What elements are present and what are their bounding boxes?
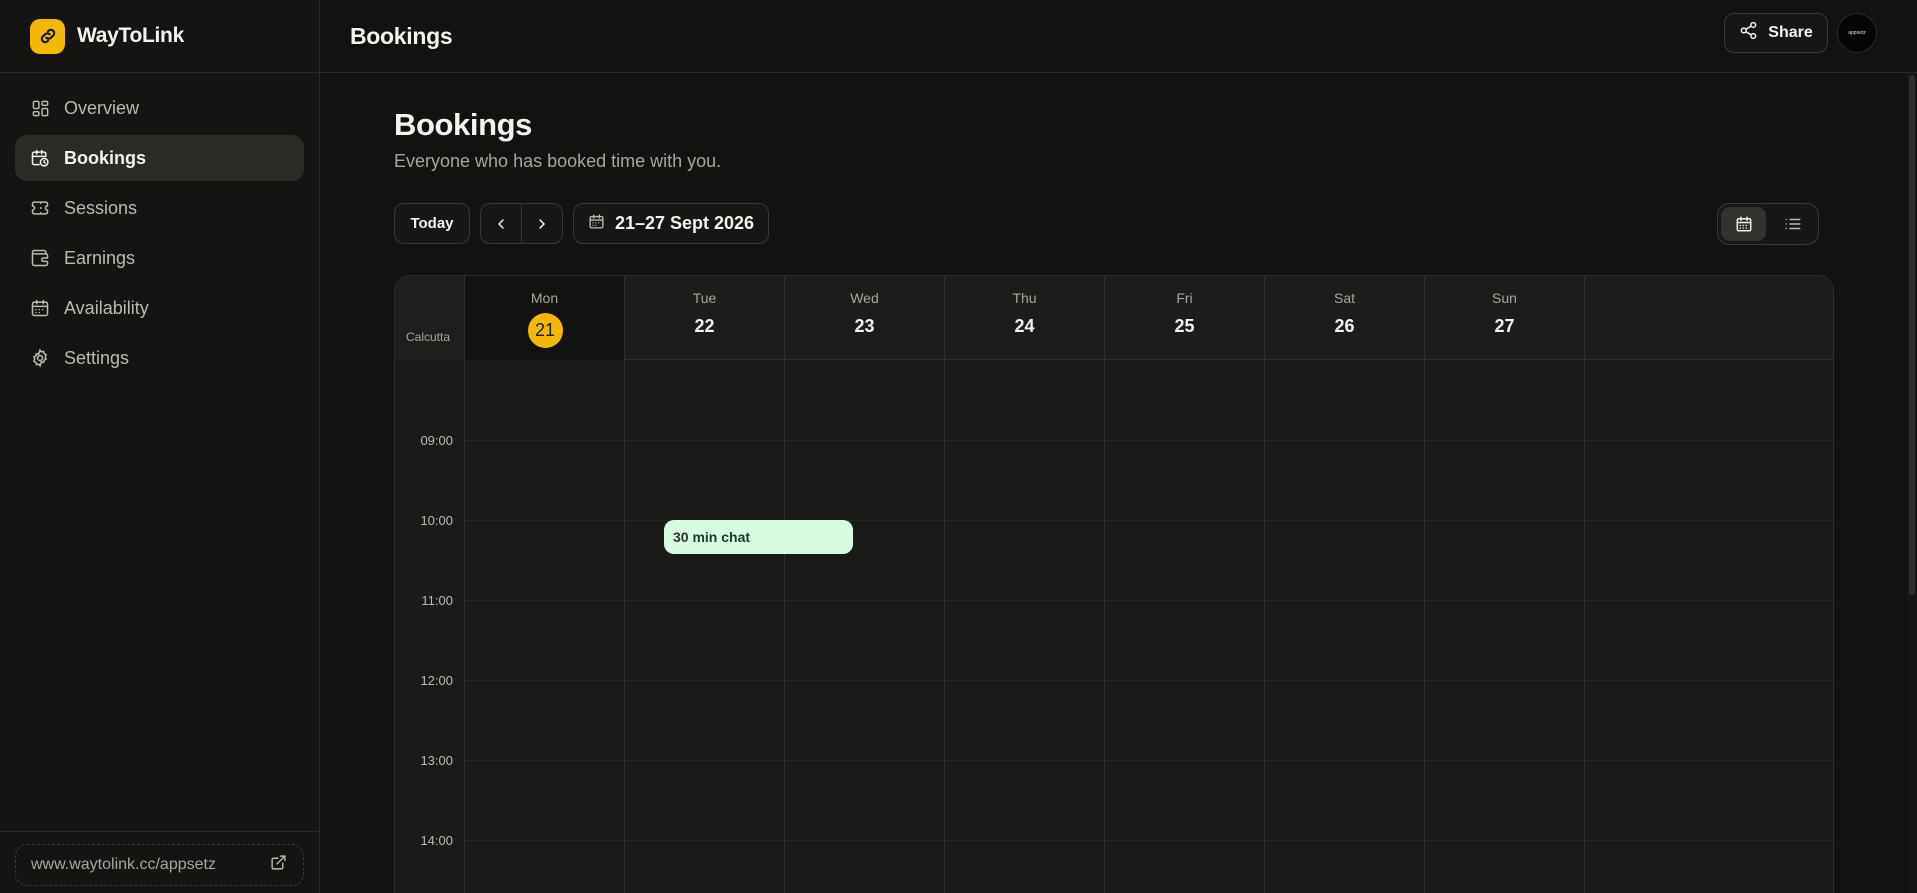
day-header-fri[interactable]: Fri 25: [1105, 276, 1265, 360]
brand-name: WayToLink: [77, 24, 184, 47]
day-header-tue[interactable]: Tue 22: [625, 276, 785, 360]
wallet-icon: [30, 248, 50, 268]
booking-event[interactable]: 30 min chat: [664, 520, 853, 554]
date-range-button[interactable]: 21–27 Sept 2026: [573, 203, 769, 244]
time-label: 11:00: [421, 593, 453, 608]
sidebar-item-label: Availability: [64, 297, 149, 318]
timezone-cell: Calcutta: [395, 276, 465, 360]
sidebar-item-label: Earnings: [64, 247, 136, 268]
day-header-wed[interactable]: Wed 23: [785, 276, 945, 360]
sidebar-nav: Overview Bookings Sessions Earnings Avai…: [0, 73, 319, 381]
day-number: 25: [1174, 316, 1195, 336]
day-divider: [784, 360, 785, 893]
day-of-week: Sun: [1492, 290, 1517, 306]
day-of-week: Tue: [692, 290, 717, 306]
link-logo-icon: [30, 18, 65, 54]
chevron-left-icon[interactable]: [481, 204, 521, 243]
public-link[interactable]: www.waytolink.cc/appsetz: [15, 844, 304, 886]
time-label: 09:00: [420, 433, 453, 448]
time-label: 10:00: [420, 513, 453, 528]
calendar-clock-icon: [30, 148, 50, 168]
week-calendar: Calcutta Mon 21 Tue 22 Wed 23 Thu 24 Fri…: [394, 275, 1834, 893]
calendar-view-icon[interactable]: [1721, 207, 1766, 241]
sidebar-item-label: Overview: [64, 97, 140, 118]
day-header-mon[interactable]: Mon 21: [465, 276, 625, 360]
day-divider: [944, 360, 945, 893]
day-number: 27: [1494, 316, 1515, 336]
day-divider: [1424, 360, 1425, 893]
time-label: 14:00: [420, 833, 453, 848]
day-divider: [1104, 360, 1105, 893]
day-divider: [624, 360, 625, 893]
sidebar-item-availability[interactable]: Availability: [15, 285, 304, 331]
sidebar-item-label: Bookings: [64, 147, 147, 168]
public-link-text: www.waytolink.cc/appsetz: [31, 856, 216, 873]
sidebar-item-label: Settings: [64, 347, 130, 368]
day-divider: [1264, 360, 1265, 893]
day-header-sat[interactable]: Sat 26: [1265, 276, 1425, 360]
view-toggle: [1717, 203, 1819, 245]
calendar-icon: [588, 213, 605, 235]
calendar-header: Calcutta Mon 21 Tue 22 Wed 23 Thu 24 Fri…: [395, 276, 1833, 360]
today-date-badge: 21: [527, 313, 563, 348]
chevron-right-icon[interactable]: [521, 204, 562, 243]
external-link-icon[interactable]: [270, 854, 287, 876]
sidebar: WayToLink Overview Bookings Sessions Ear…: [0, 0, 320, 893]
share-icon: [1739, 21, 1758, 45]
time-grid[interactable]: 09:00 10:00 11:00 12:00 13:00 14:00 30 m…: [395, 360, 1833, 893]
date-range-label: 21–27 Sept 2026: [614, 213, 755, 233]
gear-icon: [30, 348, 50, 368]
day-number: 23: [854, 316, 875, 336]
day-of-week: Mon: [530, 290, 559, 306]
avatar-text: appsetz: [1848, 30, 1866, 36]
sidebar-item-sessions[interactable]: Sessions: [15, 185, 304, 231]
time-label: 12:00: [420, 673, 453, 688]
page-title: Bookings: [394, 107, 533, 142]
sidebar-item-settings[interactable]: Settings: [15, 335, 304, 381]
day-of-week: Thu: [1012, 290, 1037, 306]
day-of-week: Sat: [1333, 290, 1355, 306]
day-divider: [1584, 360, 1585, 893]
day-header-thu[interactable]: Thu 24: [945, 276, 1105, 360]
day-number: 22: [694, 316, 715, 336]
day-number: 26: [1334, 316, 1355, 336]
sidebar-item-earnings[interactable]: Earnings: [15, 235, 304, 281]
week-nav: [480, 203, 563, 244]
hour-line: [465, 840, 1833, 841]
page-subtitle: Everyone who has booked time with you.: [394, 151, 722, 171]
calendar-toolbar: Today 21–27 Sept 2026: [394, 203, 769, 244]
hour-line: [465, 600, 1833, 601]
topbar: Bookings Share appsetz: [320, 0, 1917, 73]
brand[interactable]: WayToLink: [0, 0, 319, 73]
hour-line: [465, 760, 1833, 761]
time-column: 09:00 10:00 11:00 12:00 13:00 14:00: [395, 360, 465, 893]
main-content: Bookings Everyone who has booked time wi…: [320, 73, 1907, 893]
sidebar-item-label: Sessions: [64, 197, 138, 218]
scrollbar-thumb[interactable]: [1909, 75, 1915, 595]
topbar-title: Bookings: [350, 22, 453, 49]
share-button[interactable]: Share: [1724, 13, 1828, 53]
ticket-icon: [30, 198, 50, 218]
share-label: Share: [1768, 24, 1813, 41]
time-label: 13:00: [420, 753, 453, 768]
sidebar-item-overview[interactable]: Overview: [15, 85, 304, 131]
day-of-week: Wed: [850, 290, 879, 306]
sidebar-item-bookings[interactable]: Bookings: [15, 135, 304, 181]
timezone-label: Calcutta: [406, 330, 451, 344]
day-of-week: Fri: [1176, 290, 1193, 306]
page-scrollbar[interactable]: [1907, 73, 1917, 893]
calendar-icon: [30, 298, 50, 318]
day-header-sun[interactable]: Sun 27: [1425, 276, 1585, 360]
sidebar-footer: www.waytolink.cc/appsetz: [0, 831, 319, 893]
grid-icon: [30, 98, 50, 118]
hour-line: [465, 680, 1833, 681]
avatar[interactable]: appsetz: [1837, 13, 1877, 53]
list-view-icon[interactable]: [1770, 207, 1815, 241]
hour-line: [465, 440, 1833, 441]
today-button[interactable]: Today: [394, 203, 470, 244]
day-number: 24: [1014, 316, 1035, 336]
